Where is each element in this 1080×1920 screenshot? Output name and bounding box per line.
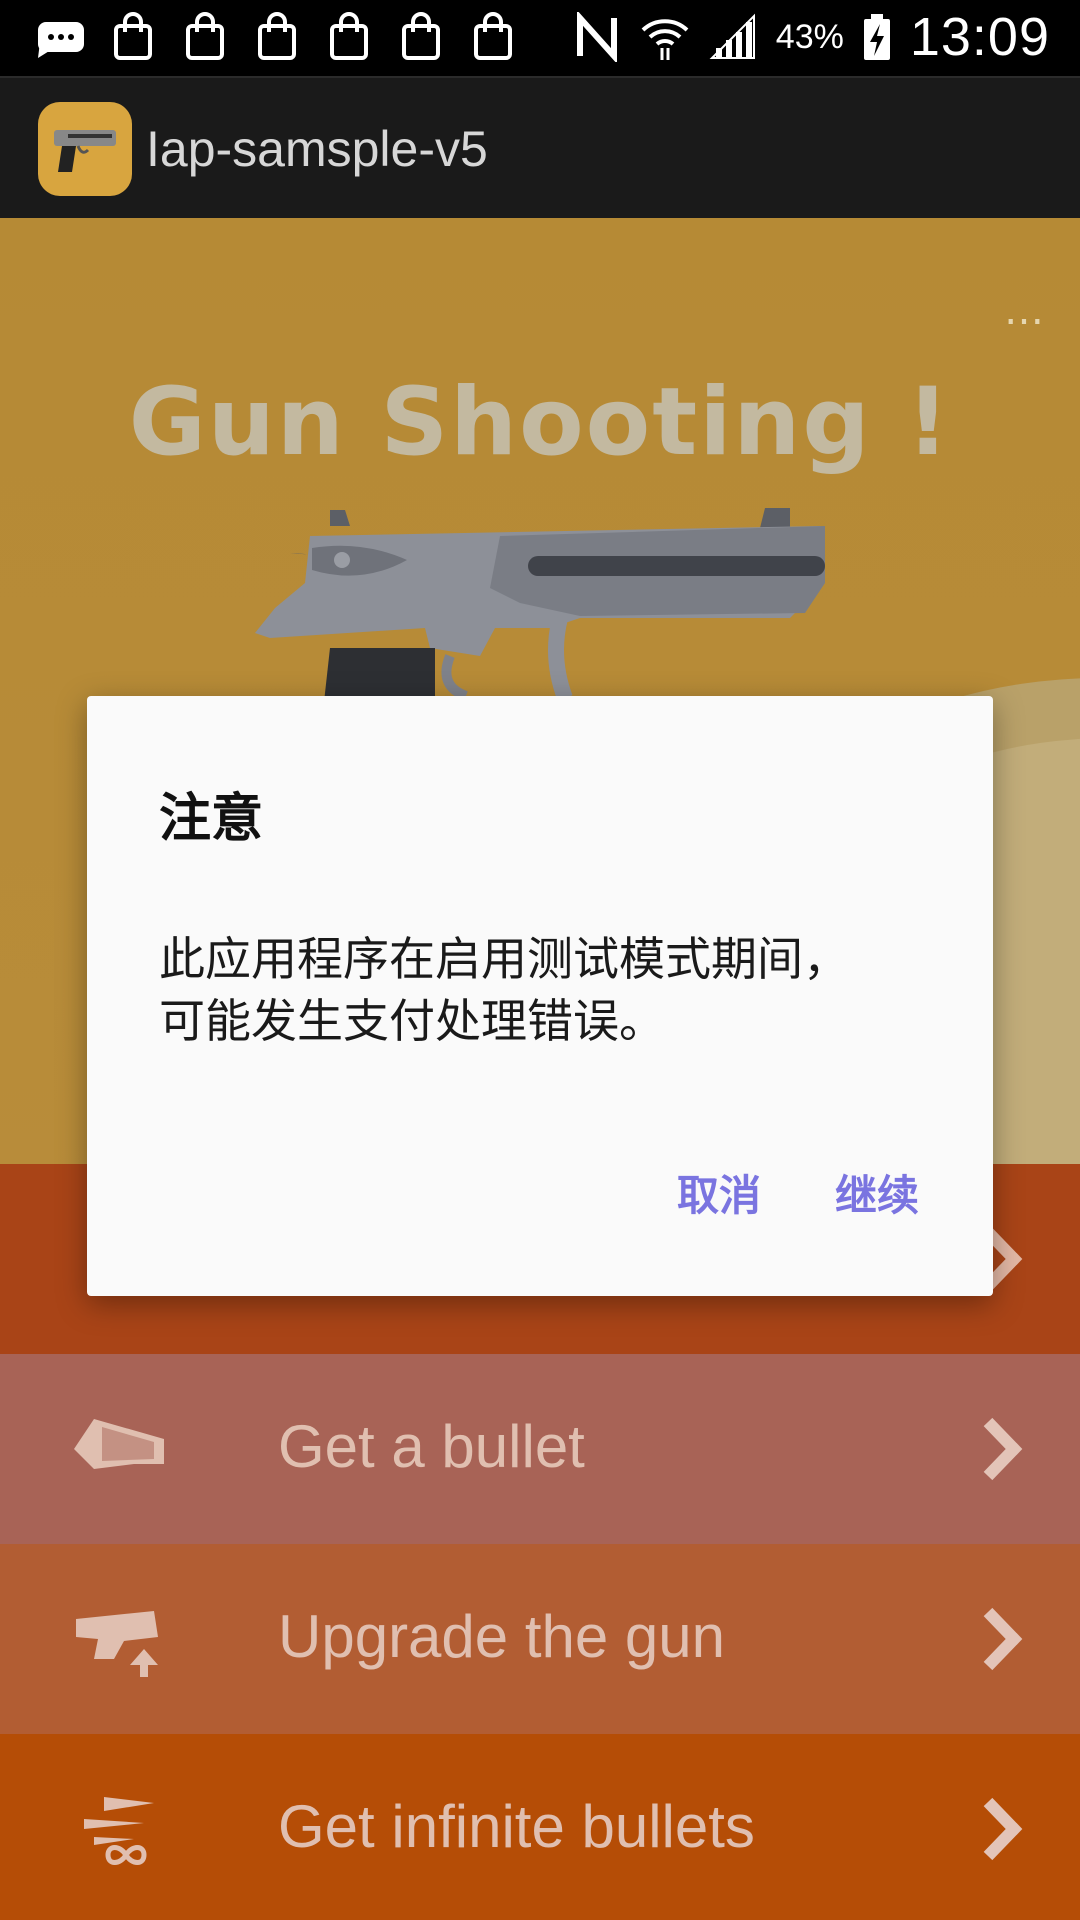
infinite-bullets-icon bbox=[84, 1797, 154, 1865]
shopping-bag-icon bbox=[402, 12, 440, 60]
game-title: Gun Shooting ! bbox=[128, 368, 952, 477]
chevron-right-icon bbox=[983, 1607, 1023, 1671]
dialog-message: 此应用程序在启用测试模式期间，可能发生支付处理错误。 bbox=[159, 932, 849, 1048]
clock: 13:09 bbox=[909, 7, 1050, 67]
upgrade-gun-button[interactable]: Upgrade the gun bbox=[0, 1544, 1080, 1734]
get-bullet-button[interactable]: Get a bullet bbox=[0, 1354, 1080, 1544]
shopping-bag-icon bbox=[474, 12, 512, 60]
chevron-right-icon bbox=[983, 1797, 1023, 1861]
gun-upgrade-icon bbox=[76, 1611, 158, 1677]
signal-icon bbox=[709, 13, 755, 59]
menu-label: Get a bullet bbox=[278, 1413, 585, 1480]
battery-charging-icon bbox=[863, 14, 890, 60]
cancel-button[interactable]: 取消 bbox=[677, 1162, 761, 1223]
continue-button[interactable]: 继续 bbox=[835, 1162, 919, 1223]
dialog-title: 注意 bbox=[159, 789, 264, 849]
bullet-icon bbox=[74, 1419, 164, 1469]
menu-label: Upgrade the gun bbox=[278, 1603, 726, 1670]
nfc-icon bbox=[576, 12, 617, 62]
menu-label: Get infinite bullets bbox=[278, 1793, 755, 1860]
shopping-bag-icon bbox=[186, 12, 224, 60]
app-title: Iap-samsple-v5 bbox=[146, 121, 488, 177]
message-icon bbox=[38, 22, 84, 58]
battery-percent: 43% bbox=[775, 17, 844, 56]
shopping-bag-icon bbox=[114, 12, 152, 60]
alert-dialog: 注意 此应用程序在启用测试模式期间，可能发生支付处理错误。 取消 继续 bbox=[87, 696, 993, 1296]
chevron-right-icon bbox=[983, 1417, 1023, 1481]
infinite-bullets-button[interactable]: Get infinite bullets bbox=[0, 1734, 1080, 1920]
wifi-icon bbox=[641, 19, 689, 60]
shopping-bag-icon bbox=[258, 12, 296, 60]
status-bar: 43% 13:09 bbox=[0, 0, 1080, 76]
shopping-bag-icon bbox=[330, 12, 368, 60]
notification-icons bbox=[36, 12, 518, 62]
app-gun-icon bbox=[38, 102, 132, 196]
app-bar: Iap-samsple-v5 bbox=[0, 76, 1080, 220]
system-icons: 43% 13:09 bbox=[572, 6, 1050, 68]
more-options-icon[interactable]: … bbox=[1004, 288, 1048, 334]
